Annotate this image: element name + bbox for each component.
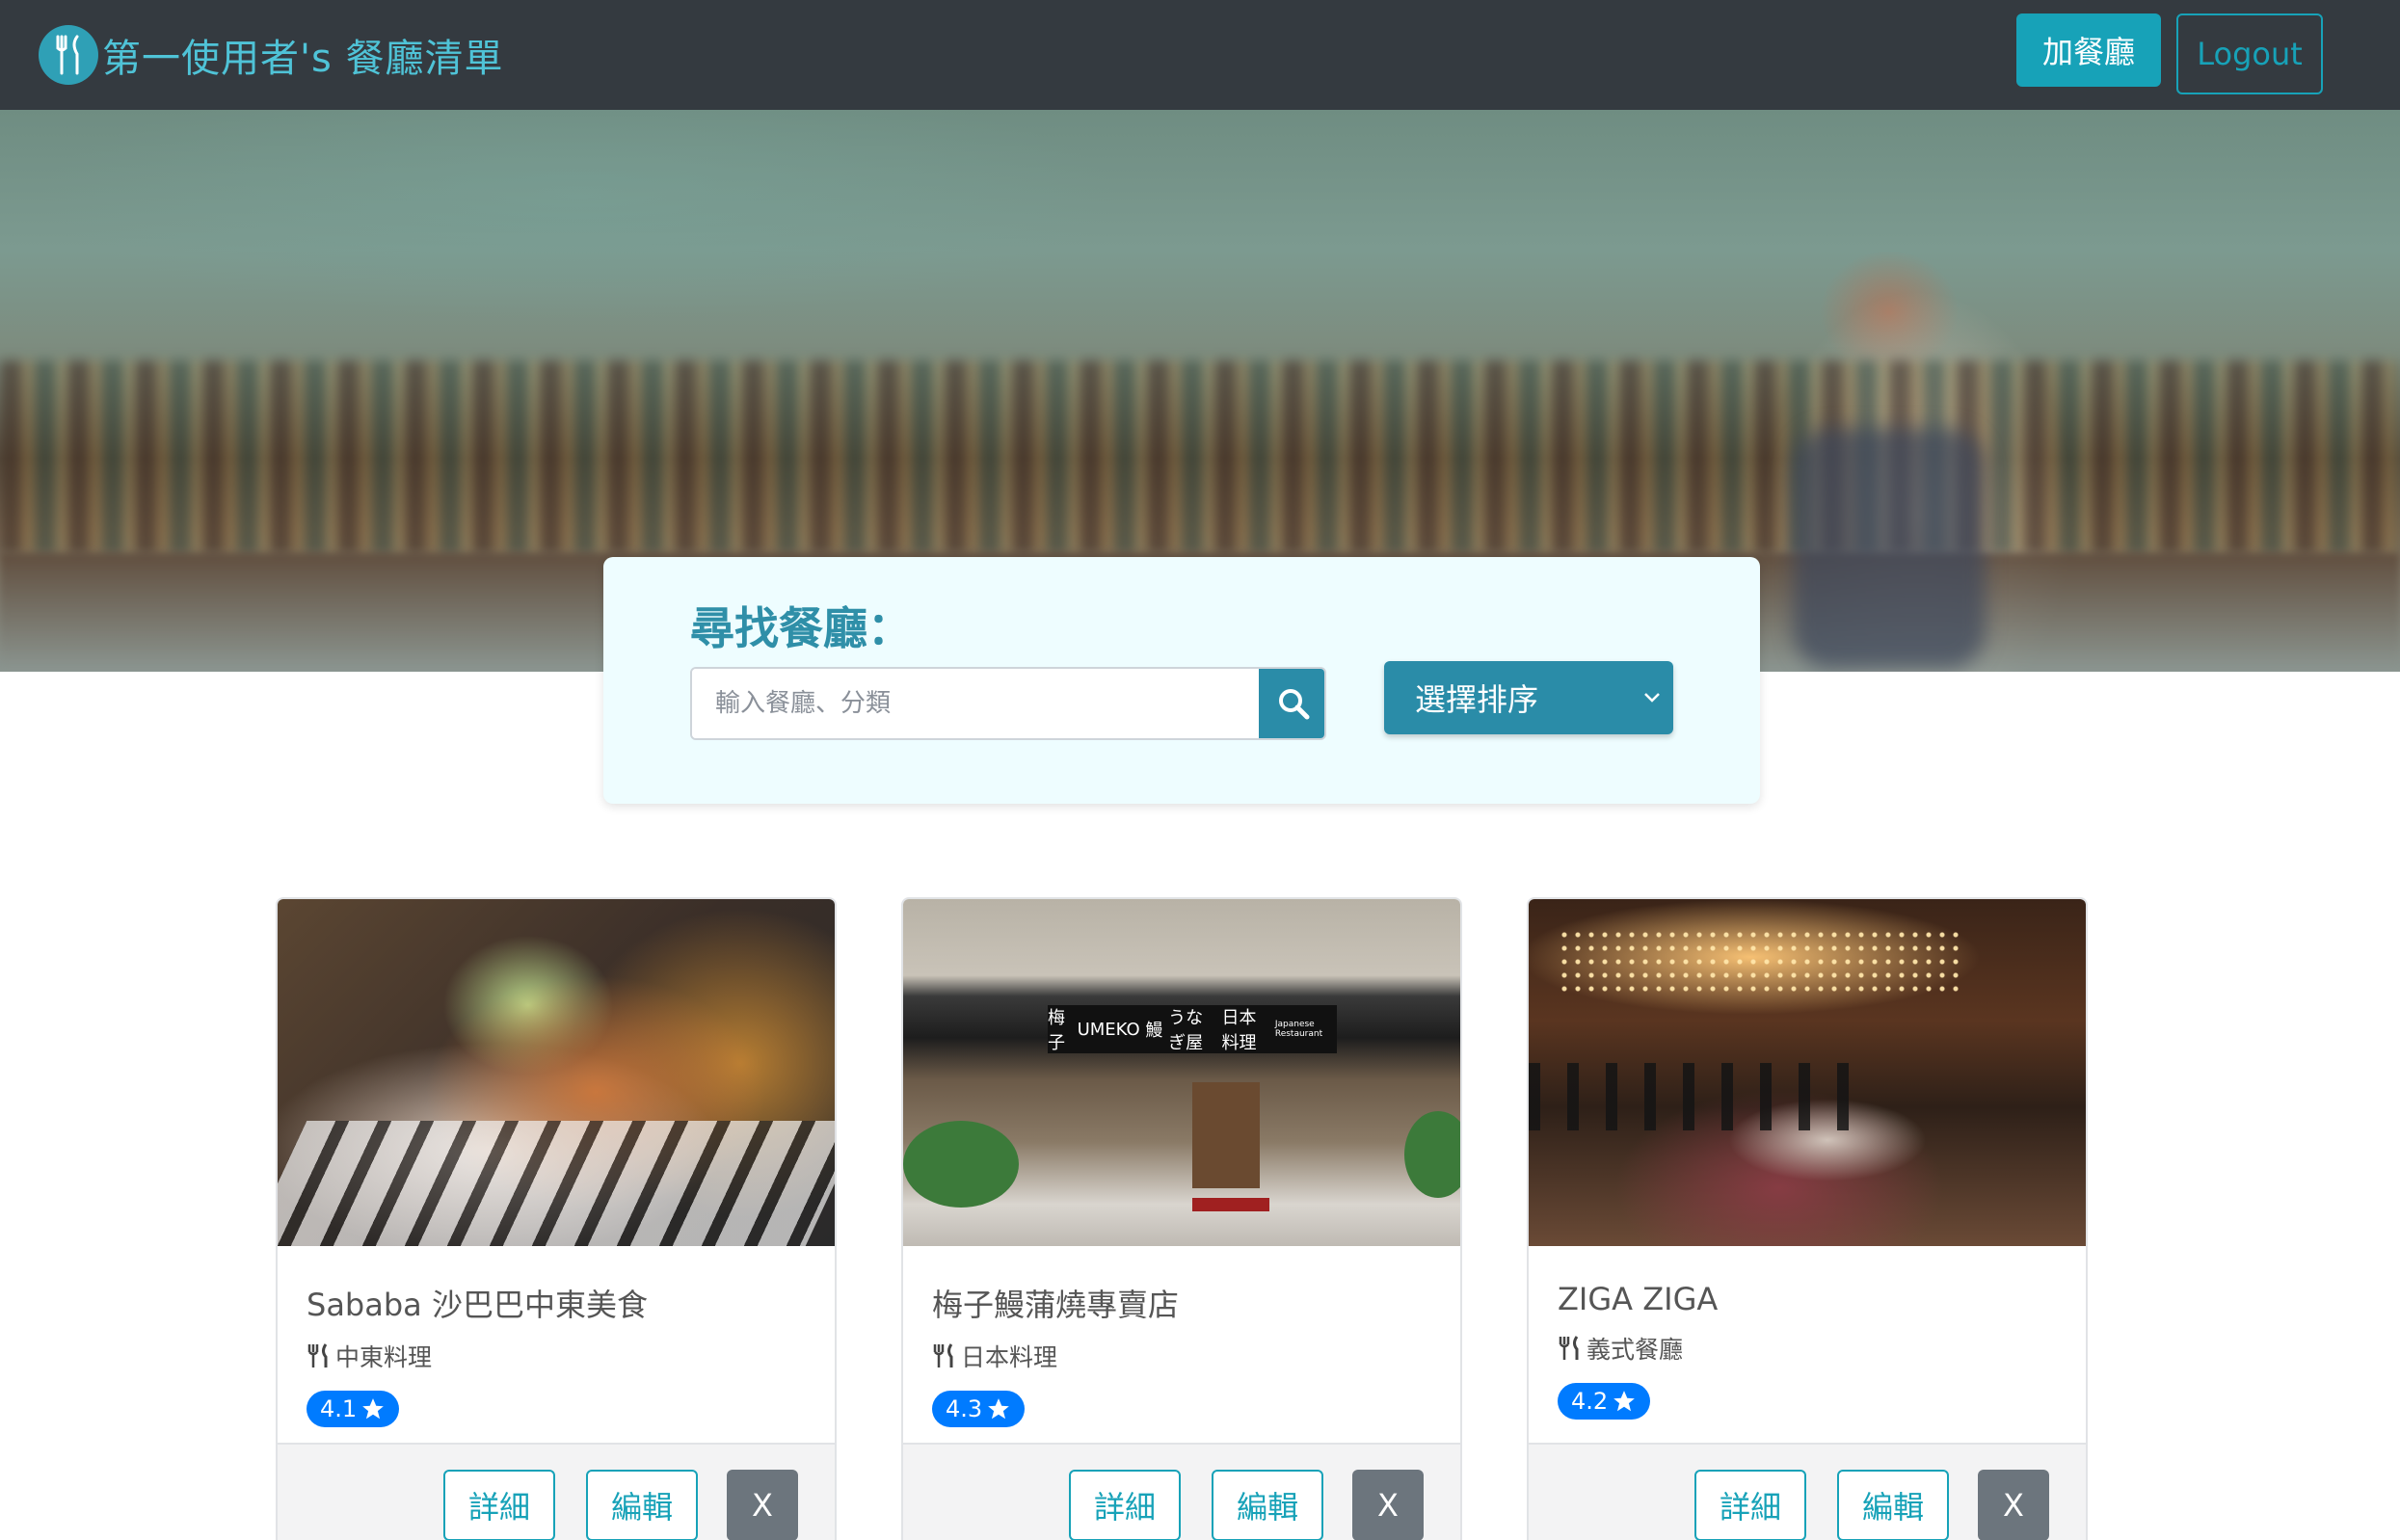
detail-button[interactable]: 詳細: [1694, 1470, 1806, 1540]
rating-badge: 4.2: [1558, 1383, 1651, 1420]
utensils-circle-icon: [39, 25, 98, 85]
rating-value: 4.2: [1571, 1388, 1609, 1415]
card-footer: 詳細 編輯 X: [903, 1443, 1460, 1540]
search-title: 尋找餐廳：: [690, 602, 912, 654]
edit-button[interactable]: 編輯: [586, 1470, 698, 1540]
restaurant-image[interactable]: 梅子 UMEKO 鰻 うなぎ屋 日本料理 Japanese Restaurant: [903, 899, 1460, 1246]
category-label: 中東料理: [335, 1343, 433, 1371]
search-icon: [1279, 689, 1310, 720]
restaurant-name: 梅子鰻蒲燒專賣店: [932, 1287, 1180, 1323]
restaurant-card: 梅子 UMEKO 鰻 うなぎ屋 日本料理 Japanese Restaurant…: [901, 897, 1462, 1540]
navbar: 第一使用者's 餐廳清單 加餐廳 Logout: [0, 0, 2400, 110]
rating-badge: 4.1: [307, 1391, 400, 1427]
edit-button[interactable]: 編輯: [1212, 1470, 1323, 1540]
card-body: Sababa 沙巴巴中東美食 中東料理 4.1: [307, 1275, 808, 1427]
storefront-sign: 梅子 UMEKO 鰻 うなぎ屋 日本料理 Japanese Restaurant: [1048, 1005, 1337, 1053]
card-body: 梅子鰻蒲燒專賣店 日本料理 4.3: [932, 1275, 1433, 1427]
detail-button[interactable]: 詳細: [1069, 1470, 1181, 1540]
star-icon: [1613, 1391, 1636, 1412]
restaurant-image[interactable]: [278, 899, 835, 1246]
utensils-icon: [933, 1343, 953, 1367]
delete-button[interactable]: X: [1978, 1470, 2049, 1540]
delete-button[interactable]: X: [727, 1470, 798, 1540]
restaurant-category: 中東料理: [307, 1339, 808, 1373]
card-footer: 詳細 編輯 X: [1529, 1443, 2086, 1540]
restaurant-category: 義式餐廳: [1558, 1331, 2059, 1366]
utensils-icon: [307, 1343, 328, 1367]
brand-title: 第一使用者's 餐廳清單: [102, 37, 504, 81]
restaurant-card: Sababa 沙巴巴中東美食 中東料理 4.1 詳細 編輯 X: [276, 897, 837, 1540]
category-label: 義式餐廳: [1587, 1336, 1684, 1364]
card-footer: 詳細 編輯 X: [278, 1443, 835, 1540]
search-group: [690, 667, 1326, 740]
add-restaurant-button[interactable]: 加餐廳: [2016, 13, 2161, 87]
category-label: 日本料理: [961, 1343, 1058, 1371]
search-button[interactable]: [1259, 669, 1324, 738]
detail-button[interactable]: 詳細: [443, 1470, 555, 1540]
restaurant-category: 日本料理: [932, 1339, 1433, 1373]
edit-button[interactable]: 編輯: [1837, 1470, 1949, 1540]
restaurant-card: ZIGA ZIGA 義式餐廳 4.2 詳細 編輯 X: [1527, 897, 2088, 1540]
rating-badge: 4.3: [932, 1391, 1026, 1427]
star-icon: [988, 1398, 1010, 1420]
star-icon: [362, 1398, 385, 1420]
hero-bartender: [1793, 428, 1986, 669]
rating-value: 4.1: [320, 1395, 358, 1422]
brand[interactable]: 第一使用者's 餐廳清單: [39, 23, 504, 87]
hero-bottles: [0, 360, 2400, 553]
restaurant-image[interactable]: [1529, 899, 2086, 1246]
search-panel: 尋找餐廳： 選擇排序: [603, 557, 1760, 804]
logout-button[interactable]: Logout: [2176, 13, 2323, 94]
sort-select-value: 選擇排序: [1415, 681, 1539, 718]
search-input[interactable]: [692, 669, 1261, 738]
sort-select[interactable]: 選擇排序: [1384, 661, 1673, 734]
restaurant-name: Sababa 沙巴巴中東美食: [307, 1287, 648, 1323]
delete-button[interactable]: X: [1352, 1470, 1424, 1540]
chevron-down-icon: [1644, 693, 1660, 703]
utensils-icon: [1559, 1336, 1579, 1360]
rating-value: 4.3: [946, 1395, 983, 1422]
restaurant-name: ZIGA ZIGA: [1558, 1281, 1719, 1317]
card-body: ZIGA ZIGA 義式餐廳 4.2: [1558, 1275, 2059, 1420]
